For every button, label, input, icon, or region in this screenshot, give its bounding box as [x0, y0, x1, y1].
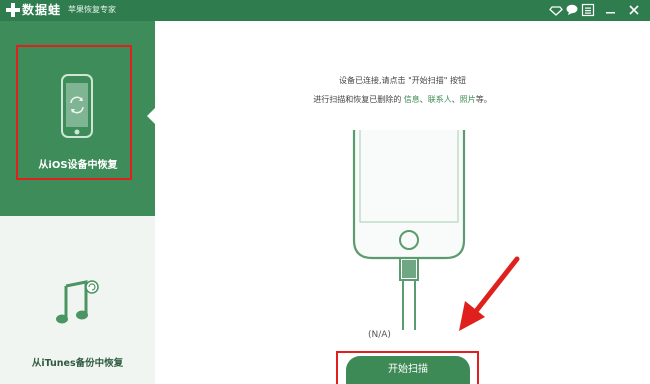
- sidebar-item-label: 从iTunes备份中恢复: [31, 358, 124, 369]
- link-contacts[interactable]: 联系人: [428, 95, 452, 104]
- link-photos[interactable]: 照片: [460, 95, 476, 104]
- instruction-line-2: 进行扫描和恢复已删除的 信息、联系人、照片等。: [155, 94, 650, 105]
- link-messages[interactable]: 信息: [404, 95, 420, 104]
- sidebar: 从iOS设备中恢复 从iTunes备份中恢复: [0, 21, 156, 384]
- separator: 、: [451, 95, 460, 104]
- logo-plus-icon: [6, 3, 20, 17]
- menu-icon[interactable]: [581, 3, 595, 17]
- music-note-icon: [56, 280, 99, 324]
- instruction-suffix: 等。: [475, 95, 492, 104]
- chat-icon[interactable]: [565, 3, 579, 17]
- diamond-icon[interactable]: [549, 3, 563, 17]
- minimize-icon[interactable]: [604, 3, 618, 17]
- red-arrow: [459, 256, 520, 331]
- highlight-box: [336, 351, 479, 384]
- highlight-box: [16, 45, 132, 180]
- instruction-line-1: 设备已连接,请点击 "开始扫描" 按钮: [339, 76, 466, 85]
- sidebar-item-ios-recovery[interactable]: 从iOS设备中恢复: [0, 21, 156, 216]
- title-bar: 数据蛙 苹果恢复专家: [0, 0, 650, 21]
- app-name: 数据蛙: [22, 3, 62, 17]
- app-subtitle: 苹果恢复专家: [68, 5, 116, 14]
- close-icon[interactable]: [627, 3, 641, 17]
- instruction-prefix: 进行扫描和恢复已删除的: [313, 95, 402, 104]
- device-status-text: (N/A): [368, 330, 391, 340]
- separator: 、: [419, 95, 428, 104]
